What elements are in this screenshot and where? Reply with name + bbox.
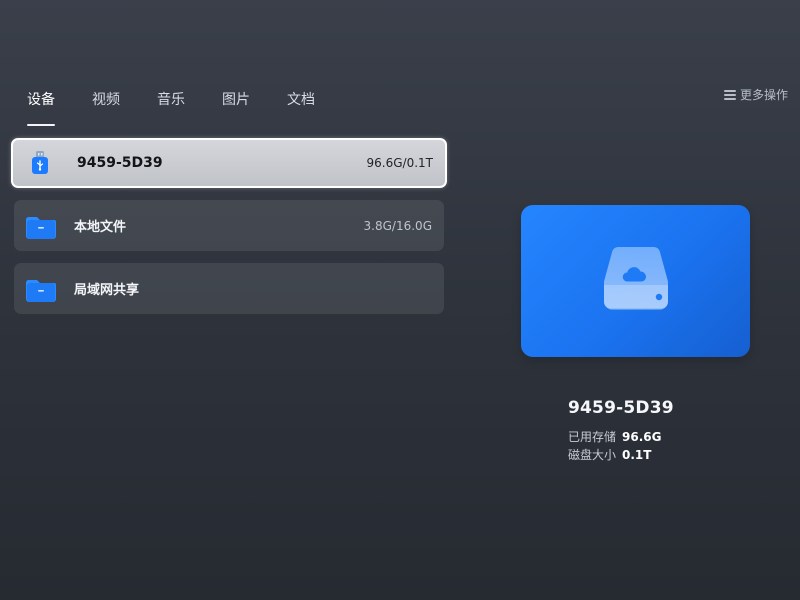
disk-size-row: 磁盘大小 0.1T [568,447,651,463]
list-item-lan-share[interactable]: 局域网共享 [14,263,444,314]
tab-documents[interactable]: 文档 [287,90,315,118]
list-item-size: 3.8G/16.0G [363,218,432,233]
disk-size-label: 磁盘大小 [568,448,617,462]
tab-images[interactable]: 图片 [222,90,250,118]
list-item-size: 96.6G/0.1T [366,156,433,170]
list-item-name: 9459-5D39 [77,155,163,171]
list-item-local-files[interactable]: 本地文件 3.8G/16.0G [14,200,444,251]
detail-title: 9459-5D39 [568,398,674,418]
list-item-name: 局域网共享 [74,283,140,298]
device-list: 9459-5D39 96.6G/0.1T 本地文件 3.8G/16.0G 局域网… [11,138,447,326]
folder-icon [24,209,58,243]
more-actions-button[interactable]: 更多操作 [723,86,788,103]
folder-icon [24,272,58,306]
usb-drive-icon [23,146,57,180]
device-preview-card [521,205,750,357]
more-actions-label: 更多操作 [739,88,788,102]
tab-videos[interactable]: 视频 [92,90,120,118]
used-storage-row: 已用存储 96.6G [568,429,661,445]
disk-size-value: 0.1T [622,448,652,462]
list-item-name: 本地文件 [74,220,127,235]
used-storage-value: 96.6G [622,430,662,444]
menu-icon [723,89,736,100]
used-storage-label: 已用存储 [568,430,617,444]
cloud-drive-icon [594,237,678,325]
tab-music[interactable]: 音乐 [157,90,185,118]
list-item-usb-drive[interactable]: 9459-5D39 96.6G/0.1T [11,138,447,188]
tab-devices[interactable]: 设备 [27,90,55,126]
tab-bar: 设备 视频 音乐 图片 文档 [27,90,352,126]
